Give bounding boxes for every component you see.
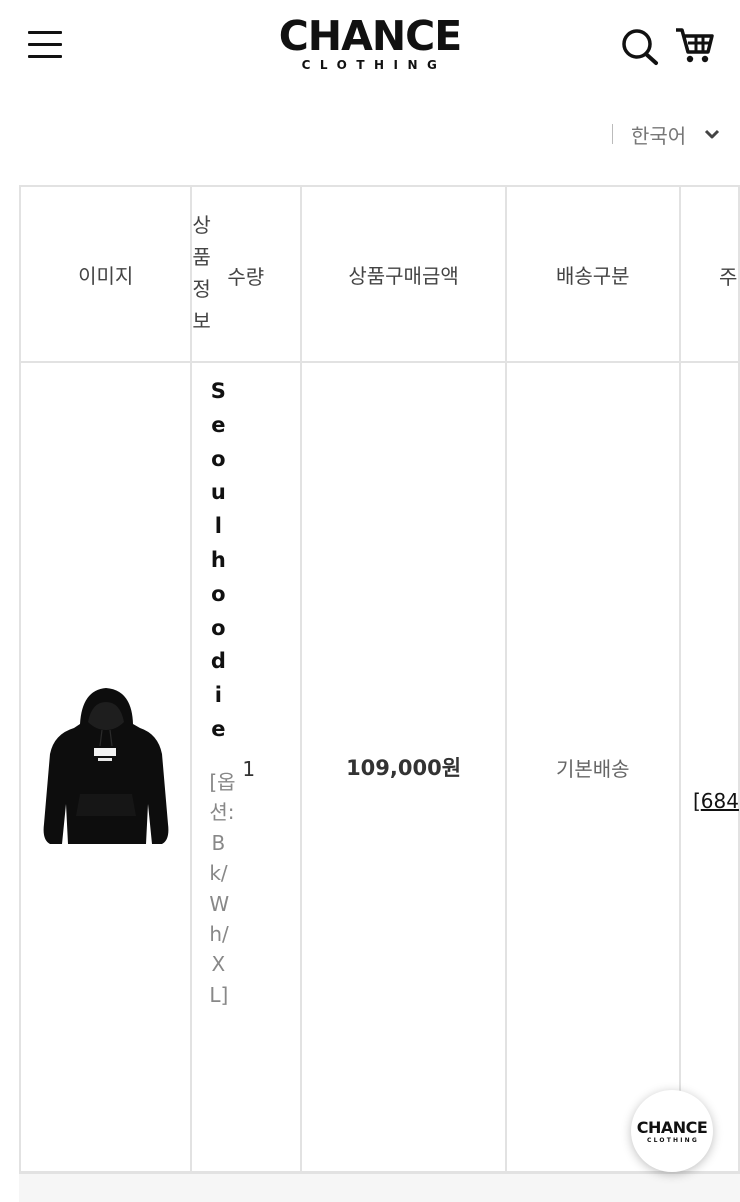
address-cell: [684	[678, 361, 740, 1173]
header-image-label: 이미지	[78, 263, 134, 288]
logo-wordmark: CHANCE	[278, 12, 463, 60]
header-product-info-label: 상품정보	[192, 213, 211, 333]
floating-logo-button[interactable]: CHANCE CLOTHING	[631, 1090, 713, 1172]
language-selector[interactable]: 한국어	[612, 118, 720, 150]
header-image: 이미지	[18, 185, 193, 363]
search-icon[interactable]	[620, 26, 660, 66]
header-shipping: 배송구분	[504, 185, 681, 363]
address-code-link[interactable]: [684	[693, 789, 739, 813]
header-extra-label: 주	[718, 265, 738, 289]
header-price: 상품구매금액	[300, 185, 507, 363]
cart-icon[interactable]	[674, 26, 716, 66]
table-header-row: 이미지 상품정보 수량 상품구매금액 배송구분 주	[18, 185, 740, 363]
chevron-down-icon	[705, 129, 720, 139]
table-row: Seoulhoodie [옵션: Bk/Wh/XL] 1 109,000원 기본…	[18, 361, 740, 1173]
product-image[interactable]	[40, 684, 172, 850]
order-table: 이미지 상품정보 수량 상품구매금액 배송구분 주 Seoulhoodie [옵…	[18, 185, 740, 1173]
hamburger-menu-icon[interactable]	[28, 31, 62, 59]
product-option: [옵션: Bk/Wh/XL]	[209, 770, 236, 1007]
logo-subtitle: CLOTHING	[301, 58, 447, 72]
quantity-value: 1	[242, 757, 256, 781]
price-cell: 109,000원	[300, 361, 507, 1173]
fab-logo-wordmark: CHANCE	[636, 1117, 708, 1137]
shipping-value: 기본배송	[555, 756, 630, 781]
product-name-link[interactable]: Seoulhoodie	[209, 375, 227, 747]
header-extra: 주	[678, 185, 740, 363]
next-row-strip	[19, 1172, 740, 1202]
header: CHANCE CLOTHING	[0, 0, 740, 100]
address-bracket: [	[692, 789, 701, 813]
address-code: 684	[700, 789, 739, 813]
language-divider	[612, 124, 613, 144]
header-info-quantity: 상품정보 수량	[190, 185, 303, 363]
fab-logo-subtitle: CLOTHING	[646, 1136, 699, 1144]
brand-logo[interactable]: CHANCE CLOTHING	[275, 14, 465, 72]
header-price-label: 상품구매금액	[348, 263, 459, 288]
language-label: 한국어	[631, 123, 687, 148]
shipping-cell: 기본배송	[504, 361, 681, 1173]
header-shipping-label: 배송구분	[555, 263, 630, 288]
price-value: 109,000원	[346, 756, 462, 780]
product-info-cell: Seoulhoodie [옵션: Bk/Wh/XL] 1	[190, 361, 303, 1173]
product-image-cell	[18, 361, 193, 1173]
header-quantity-label: 수량	[227, 265, 265, 289]
